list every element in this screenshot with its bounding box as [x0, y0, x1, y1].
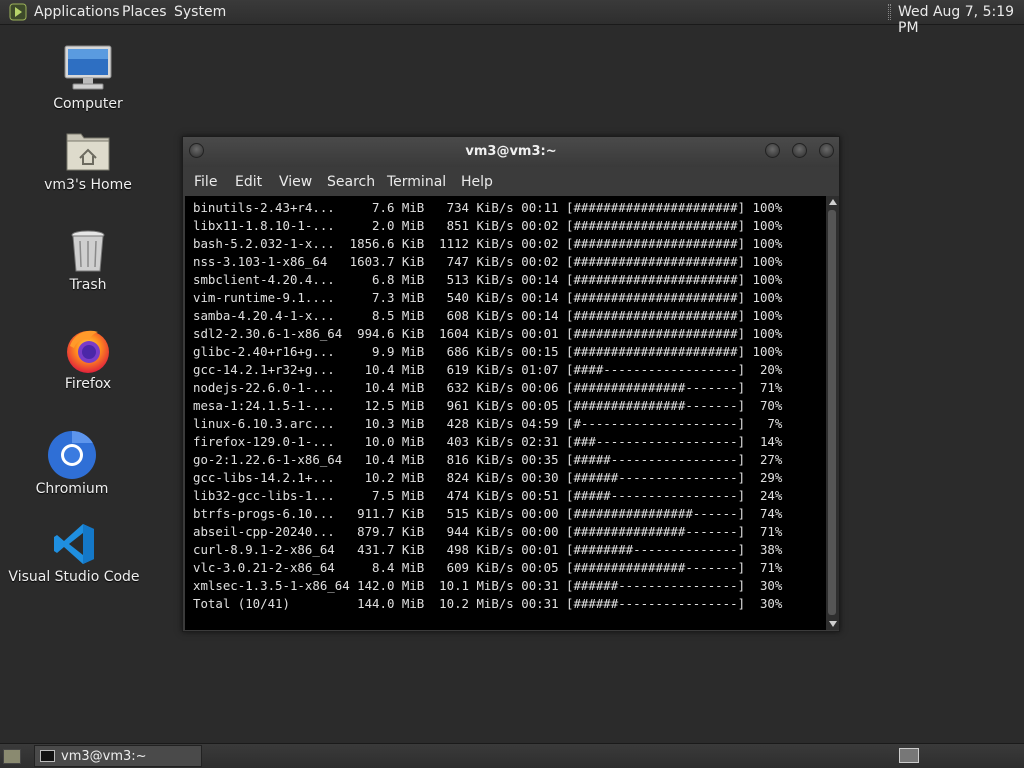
terminal-line: vim-runtime-9.1.... 7.3 MiB 540 KiB/s 00… [193, 290, 783, 305]
desktop-icon-trash[interactable]: Trash [18, 229, 158, 295]
terminal-window[interactable]: vm3@vm3:~ File Edit View Search Terminal… [182, 136, 840, 632]
terminal-line: linux-6.10.3.arc... 10.3 MiB 428 KiB/s 0… [193, 416, 783, 431]
terminal-line: libx11-1.8.10-1-... 2.0 MiB 851 KiB/s 00… [193, 218, 783, 233]
terminal-line: btrfs-progs-6.10... 911.7 KiB 515 KiB/s … [193, 506, 783, 521]
firefox-icon [67, 330, 109, 373]
scrollbar-thumb[interactable] [828, 210, 836, 615]
clock[interactable]: Wed Aug 7, 5:19 PM [898, 4, 1024, 36]
applications-menu[interactable]: Applications [34, 4, 120, 20]
terminal-line: curl-8.9.1-2-x86_64 431.7 KiB 498 KiB/s … [193, 542, 783, 557]
terminal-line: firefox-129.0-1-... 10.0 MiB 403 KiB/s 0… [193, 434, 783, 449]
desktop-icon-label: Visual Studio Code [8, 569, 140, 585]
workspace-switcher[interactable] [899, 748, 919, 763]
menu-terminal[interactable]: Terminal [387, 174, 446, 190]
maximize-button[interactable] [792, 143, 807, 158]
terminal-line: xmlsec-1.3.5-1-x86_64 142.0 MiB 10.1 MiB… [193, 578, 783, 593]
system-menu[interactable]: System [174, 4, 226, 20]
computer-icon [64, 45, 112, 90]
home-folder-icon [66, 133, 110, 171]
desktop-icon-firefox[interactable]: Firefox [18, 326, 158, 394]
desktop-icon-vscode[interactable]: Visual Studio Code [4, 520, 144, 590]
desktop-icon-computer[interactable]: Computer [18, 44, 158, 118]
terminal-line: go-2:1.22.6-1-x86_64 10.4 MiB 816 KiB/s … [193, 452, 783, 467]
terminal-line: Total (10/41) 144.0 MiB 10.2 MiB/s 00:31… [193, 596, 783, 611]
scroll-up-arrow-icon[interactable] [829, 199, 837, 205]
chromium-icon [48, 431, 96, 479]
terminal-output[interactable]: binutils-2.43+r4... 7.6 MiB 734 KiB/s 00… [185, 196, 826, 630]
terminal-menubar: File Edit View Search Terminal Help [183, 167, 839, 195]
scroll-down-arrow-icon[interactable] [829, 621, 837, 627]
applications-menu-icon[interactable] [9, 3, 27, 21]
terminal-line: samba-4.20.4-1-x... 8.5 MiB 608 KiB/s 00… [193, 308, 783, 323]
desktop-icon-home[interactable]: vm3's Home [18, 128, 158, 198]
bottom-panel: vm3@vm3:~ [0, 743, 1024, 768]
terminal-icon [40, 750, 55, 762]
terminal-line: vlc-3.0.21-2-x86_64 8.4 MiB 609 KiB/s 00… [193, 560, 783, 575]
desktop-icon-chromium[interactable]: Chromium [2, 430, 142, 498]
desktop-icon-label: vm3's Home [44, 177, 132, 193]
menu-search[interactable]: Search [327, 174, 375, 190]
close-button[interactable] [819, 143, 834, 158]
trash-icon [71, 230, 105, 272]
window-title: vm3@vm3:~ [465, 144, 557, 159]
desktop-icon-label: Trash [69, 277, 107, 293]
terminal-line: lib32-gcc-libs-1... 7.5 MiB 474 KiB/s 00… [193, 488, 783, 503]
menu-help[interactable]: Help [461, 174, 493, 190]
terminal-line: gcc-14.2.1+r32+g... 10.4 MiB 619 KiB/s 0… [193, 362, 783, 377]
menu-view[interactable]: View [279, 174, 312, 190]
terminal-line: bash-5.2.032-1-x... 1856.6 KiB 1112 KiB/… [193, 236, 783, 251]
panel-separator [888, 4, 891, 20]
terminal-line: gcc-libs-14.2.1+... 10.2 MiB 824 KiB/s 0… [193, 470, 783, 485]
terminal-scrollbar[interactable] [826, 196, 839, 630]
window-titlebar[interactable]: vm3@vm3:~ [183, 137, 839, 167]
terminal-line: nodejs-22.6.0-1-... 10.4 MiB 632 KiB/s 0… [193, 380, 783, 395]
menu-edit[interactable]: Edit [235, 174, 262, 190]
minimize-button[interactable] [765, 143, 780, 158]
taskbar-window-button[interactable]: vm3@vm3:~ [34, 745, 202, 767]
desktop-icon-label: Firefox [64, 376, 112, 392]
terminal-line: sdl2-2.30.6-1-x86_64 994.6 KiB 1604 KiB/… [193, 326, 783, 341]
terminal-line: glibc-2.40+r16+g... 9.9 MiB 686 KiB/s 00… [193, 344, 783, 359]
terminal-line: binutils-2.43+r4... 7.6 MiB 734 KiB/s 00… [193, 200, 783, 215]
top-panel: Applications Places System Wed Aug 7, 5:… [0, 0, 1024, 36]
vscode-icon [54, 524, 94, 564]
terminal-lines: binutils-2.43+r4... 7.6 MiB 734 KiB/s 00… [193, 199, 782, 613]
terminal-line: nss-3.103-1-x86_64 1603.7 KiB 747 KiB/s … [193, 254, 783, 269]
menu-file[interactable]: File [194, 174, 217, 190]
show-desktop-icon[interactable] [3, 749, 21, 764]
desktop-icon-label: Chromium [35, 481, 109, 497]
terminal-line: mesa-1:24.1.5-1-... 12.5 MiB 961 KiB/s 0… [193, 398, 783, 413]
terminal-line: abseil-cpp-20240... 879.7 KiB 944 KiB/s … [193, 524, 783, 539]
terminal-line: smbclient-4.20.4... 6.8 MiB 513 KiB/s 00… [193, 272, 783, 287]
places-menu[interactable]: Places [122, 4, 167, 20]
desktop-icon-label: Computer [53, 96, 123, 112]
taskbar-window-label: vm3@vm3:~ [61, 749, 147, 764]
